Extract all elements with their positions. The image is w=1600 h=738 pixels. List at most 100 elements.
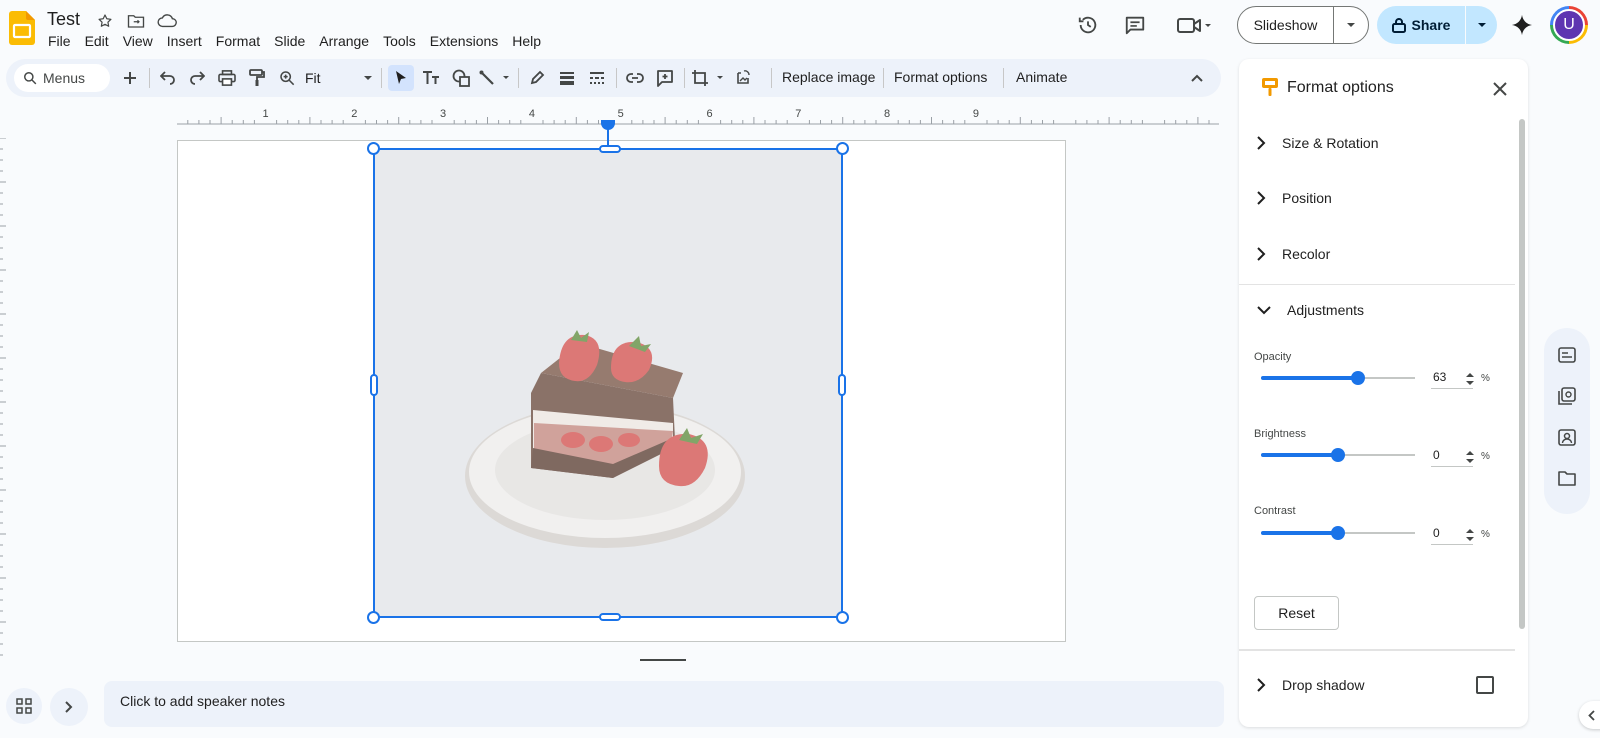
toolbar-divider xyxy=(1003,68,1004,88)
comments-icon[interactable] xyxy=(1122,12,1148,38)
reset-image-icon[interactable] xyxy=(730,65,756,91)
cloud-saved-icon[interactable] xyxy=(157,11,177,31)
panel-scrollbar[interactable] xyxy=(1519,119,1525,629)
border-dash-icon[interactable] xyxy=(584,65,610,91)
calendar-icon[interactable] xyxy=(1557,345,1577,365)
star-icon[interactable] xyxy=(95,11,115,31)
format-options-button[interactable]: Format options xyxy=(894,69,987,85)
contrast-spinner-icon[interactable] xyxy=(1465,526,1475,544)
paint-format-icon[interactable] xyxy=(244,65,270,91)
section-divider xyxy=(1239,649,1515,651)
move-folder-icon[interactable] xyxy=(126,11,146,31)
side-panel-toggle[interactable] xyxy=(1579,701,1600,729)
menu-arrange[interactable]: Arrange xyxy=(312,31,376,51)
rotate-handle[interactable] xyxy=(601,120,615,130)
redo-icon[interactable] xyxy=(184,65,210,91)
resize-handle-bottom-right[interactable] xyxy=(836,611,849,624)
slideshow-label[interactable]: Slideshow xyxy=(1238,7,1334,43)
contacts-icon[interactable] xyxy=(1557,427,1577,447)
slideshow-button[interactable]: Slideshow xyxy=(1237,6,1369,44)
reset-button[interactable]: Reset xyxy=(1254,596,1339,630)
border-weight-icon[interactable] xyxy=(554,65,580,91)
toolbar-divider xyxy=(381,68,382,88)
select-tool-icon[interactable] xyxy=(388,65,414,91)
section-adjustments[interactable]: Adjustments xyxy=(1239,282,1509,338)
drive-folder-icon[interactable] xyxy=(1557,468,1577,488)
brightness-slider-knob[interactable] xyxy=(1331,448,1345,462)
crop-icon[interactable] xyxy=(690,65,728,91)
opacity-slider[interactable] xyxy=(1261,370,1415,386)
collapse-toolbar-icon[interactable] xyxy=(1184,65,1210,91)
meet-icon[interactable] xyxy=(1175,12,1215,38)
text-box-icon[interactable] xyxy=(418,65,444,91)
menu-help[interactable]: Help xyxy=(505,31,548,51)
new-slide-icon[interactable] xyxy=(117,65,143,91)
chevron-right-icon xyxy=(1257,136,1266,150)
menu-extensions[interactable]: Extensions xyxy=(423,31,505,51)
side-panel-rail xyxy=(1544,328,1590,514)
grid-view-button[interactable] xyxy=(6,688,42,724)
search-menus-input[interactable]: Menus xyxy=(14,64,110,92)
section-drop-shadow[interactable]: Drop shadow xyxy=(1239,657,1509,713)
print-icon[interactable] xyxy=(214,65,240,91)
insert-link-icon[interactable] xyxy=(622,65,648,91)
section-position[interactable]: Position xyxy=(1239,170,1509,226)
account-avatar[interactable]: U xyxy=(1550,6,1588,44)
slides-logo-icon[interactable] xyxy=(9,11,35,45)
resize-handle-left[interactable] xyxy=(370,374,378,396)
show-filmstrip-button[interactable] xyxy=(50,688,88,726)
line-tool-icon[interactable] xyxy=(478,65,514,91)
border-color-icon[interactable] xyxy=(524,65,550,91)
speaker-notes-field[interactable]: Click to add speaker notes xyxy=(104,681,1224,727)
section-size-rotation[interactable]: Size & Rotation xyxy=(1239,115,1509,171)
menu-format[interactable]: Format xyxy=(209,31,267,51)
add-comment-icon[interactable] xyxy=(652,65,678,91)
share-dropdown-icon[interactable] xyxy=(1465,6,1497,44)
menu-slide[interactable]: Slide xyxy=(267,31,312,51)
contrast-slider[interactable] xyxy=(1261,525,1415,541)
resize-handle-right[interactable] xyxy=(838,374,846,396)
chevron-down-icon xyxy=(364,76,372,80)
replace-image-button[interactable]: Replace image xyxy=(782,69,875,85)
resize-handle-top[interactable] xyxy=(599,145,621,153)
shape-icon[interactable] xyxy=(448,65,474,91)
close-icon[interactable] xyxy=(1489,78,1511,100)
document-title[interactable]: Test xyxy=(47,9,80,30)
opacity-spinner-icon[interactable] xyxy=(1465,370,1475,388)
section-recolor[interactable]: Recolor xyxy=(1239,226,1509,282)
share-label: Share xyxy=(1411,17,1451,33)
version-history-icon[interactable] xyxy=(1075,12,1101,38)
zoom-icon[interactable] xyxy=(274,65,300,91)
zoom-select[interactable]: Fit xyxy=(305,65,377,91)
format-options-panel-icon xyxy=(1261,77,1279,97)
menu-view[interactable]: View xyxy=(116,31,160,51)
brightness-spinner-icon[interactable] xyxy=(1465,448,1475,466)
slideshow-dropdown-icon[interactable] xyxy=(1334,7,1368,43)
resize-handle-top-right[interactable] xyxy=(836,142,849,155)
resize-handle-top-left[interactable] xyxy=(367,142,380,155)
avatar-initial: U xyxy=(1553,9,1585,41)
notes-resize-handle[interactable] xyxy=(640,659,686,661)
menu-file[interactable]: File xyxy=(41,31,78,51)
brightness-slider[interactable] xyxy=(1261,447,1415,463)
resize-handle-bottom[interactable] xyxy=(599,613,621,621)
menu-insert[interactable]: Insert xyxy=(160,31,209,51)
drop-shadow-checkbox[interactable] xyxy=(1476,676,1494,694)
resize-handle-bottom-left[interactable] xyxy=(367,611,380,624)
menu-edit[interactable]: Edit xyxy=(78,31,116,51)
chevron-right-icon xyxy=(1257,247,1266,261)
ruler-label: 7 xyxy=(795,108,801,120)
share-button[interactable]: Share xyxy=(1377,6,1497,44)
panel-title: Format options xyxy=(1287,79,1394,96)
animate-button[interactable]: Animate xyxy=(1016,69,1067,85)
menu-tools[interactable]: Tools xyxy=(376,31,423,51)
contrast-unit: % xyxy=(1481,529,1490,540)
gemini-sparkle-icon[interactable] xyxy=(1509,12,1535,38)
ruler-label: 5 xyxy=(618,108,624,120)
opacity-slider-knob[interactable] xyxy=(1351,371,1365,385)
undo-icon[interactable] xyxy=(155,65,181,91)
keep-icon[interactable] xyxy=(1557,386,1577,406)
section-size-rotation-label: Size & Rotation xyxy=(1282,135,1379,151)
contrast-slider-knob[interactable] xyxy=(1331,526,1345,540)
ruler-label: 2 xyxy=(351,108,357,120)
